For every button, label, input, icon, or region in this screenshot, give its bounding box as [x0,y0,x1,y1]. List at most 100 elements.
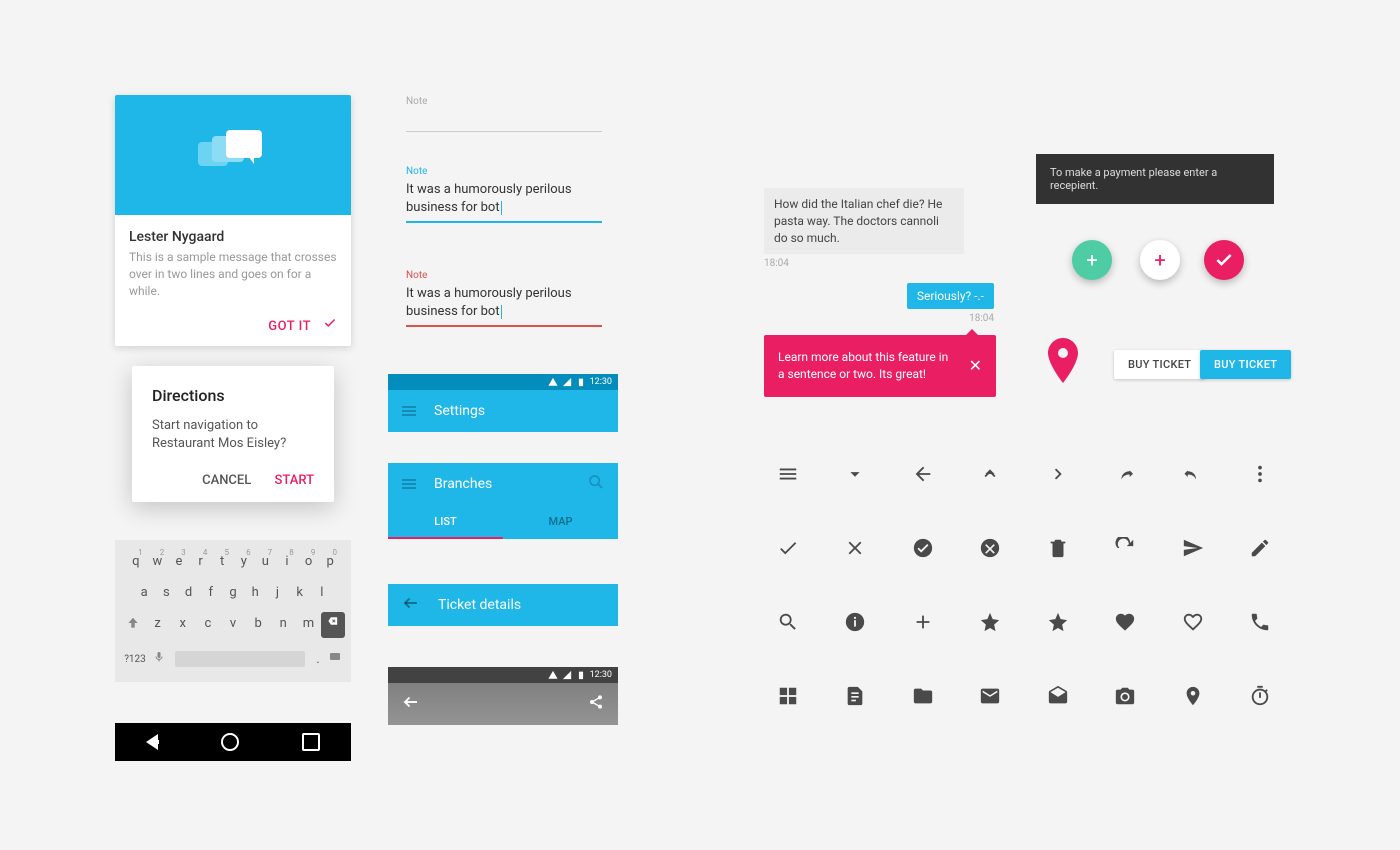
check-circle-icon[interactable] [889,534,957,562]
key-r[interactable]: r4 [190,550,212,573]
cancel-circle-icon[interactable] [957,534,1025,562]
key-z[interactable]: z [145,612,170,638]
chat-outgoing: Seriously? -.- [907,283,994,309]
key-c[interactable]: c [195,612,220,638]
more-vert-icon[interactable] [1227,460,1295,488]
phone-icon[interactable] [1227,608,1295,636]
shift-key[interactable] [121,612,145,638]
back-icon[interactable] [402,594,420,617]
drafts-icon[interactable] [1024,682,1092,710]
chat-thread: How did the Italian chef die? He pasta w… [764,188,994,324]
key-t[interactable]: t5 [211,550,233,573]
status-bar: 12:30 [388,667,618,683]
appbar-settings: 12:30 Settings [388,374,618,432]
redo-icon[interactable] [1092,460,1160,488]
hamburger-icon[interactable] [402,479,416,489]
star-icon[interactable] [1024,608,1092,636]
key-b[interactable]: b [246,612,271,638]
tab-list[interactable]: LIST [388,505,503,539]
period-key[interactable]: . [311,648,325,671]
textfield-empty[interactable]: Note [406,96,602,132]
snackbar: To make a payment please enter a recepie… [1036,154,1274,204]
key-n[interactable]: n [271,612,296,638]
mic-key[interactable] [149,646,169,672]
send-icon[interactable] [1159,534,1227,562]
textfield-label: Note [406,166,602,177]
start-button[interactable]: START [275,473,314,488]
key-g[interactable]: g [222,581,244,604]
mail-icon[interactable] [957,682,1025,710]
key-a[interactable]: a [133,581,155,604]
key-x[interactable]: x [170,612,195,638]
key-v[interactable]: v [220,612,245,638]
cancel-button[interactable]: CANCEL [202,473,251,488]
arrow-forward-icon[interactable] [1024,460,1092,488]
textfield-error[interactable]: Note It was a humorously perilous busine… [406,270,602,327]
key-p[interactable]: p0 [319,550,341,573]
key-s[interactable]: s [155,581,177,604]
spacebar-key[interactable] [175,651,305,667]
card-title: Lester Nygaard [129,229,337,245]
key-u[interactable]: u7 [255,550,277,573]
info-icon[interactable] [822,608,890,636]
close-icon[interactable]: ✕ [969,355,982,377]
key-m[interactable]: m [296,612,321,638]
nav-home-icon[interactable] [221,733,239,751]
close-icon[interactable] [822,534,890,562]
key-e[interactable]: e3 [168,550,190,573]
add-icon[interactable] [889,608,957,636]
undo-icon[interactable] [1159,460,1227,488]
camera-icon[interactable] [1092,682,1160,710]
key-w[interactable]: w2 [147,550,169,573]
favorite-icon[interactable] [1092,608,1160,636]
arrow-up-icon[interactable] [957,460,1025,488]
check-icon[interactable] [754,534,822,562]
favorite-outline-icon[interactable] [1159,608,1227,636]
directions-dialog: Directions Start navigation to Restauran… [132,366,334,502]
hamburger-icon[interactable] [402,406,416,416]
backspace-key[interactable] [321,612,345,638]
key-q[interactable]: q1 [125,550,147,573]
appbar-title: Branches [434,476,492,492]
numbers-key[interactable]: ?123 [121,650,149,669]
chat-incoming: How did the Italian chef die? He pasta w… [764,188,964,254]
star-icon[interactable] [957,608,1025,636]
soft-keyboard[interactable]: q1w2e3r4t5y6u7i8o9p0 asdfghjkl zxcvbnm ?… [115,540,351,682]
search-icon[interactable] [588,474,604,494]
edit-icon[interactable] [1227,534,1295,562]
key-h[interactable]: h [244,581,266,604]
key-k[interactable]: k [289,581,311,604]
key-y[interactable]: y6 [233,550,255,573]
delete-icon[interactable] [1024,534,1092,562]
arrow-back-icon[interactable] [889,460,957,488]
place-icon[interactable] [1159,682,1227,710]
key-i[interactable]: i8 [276,550,298,573]
key-f[interactable]: f [200,581,222,604]
description-icon[interactable] [822,682,890,710]
textfield-focused[interactable]: Note It was a humorously perilous busine… [406,166,602,223]
buy-ticket-raised-button[interactable]: BUY TICKET [1200,350,1291,379]
key-o[interactable]: o9 [298,550,320,573]
fab-add-teal[interactable]: + [1072,240,1112,280]
tab-map[interactable]: MAP [503,505,618,539]
search-icon[interactable] [754,608,822,636]
appbar-ticket: Ticket details [388,584,618,626]
refresh-icon[interactable] [1092,534,1160,562]
key-j[interactable]: j [266,581,288,604]
timer-icon[interactable] [1227,682,1295,710]
buy-ticket-flat-button[interactable]: BUY TICKET [1114,350,1205,379]
back-icon[interactable] [402,693,420,715]
hamburger-icon[interactable] [754,460,822,488]
share-icon[interactable] [588,694,604,714]
fab-done[interactable] [1204,240,1244,280]
nav-recent-icon[interactable] [302,733,320,751]
fab-add-white[interactable]: + [1140,240,1180,280]
key-l[interactable]: l [311,581,333,604]
folder-icon[interactable] [889,682,957,710]
enter-key[interactable] [325,647,345,671]
nav-back-icon[interactable] [146,734,158,750]
gotit-button[interactable]: GOT IT [268,319,311,334]
dashboard-icon[interactable] [754,682,822,710]
dropdown-icon[interactable] [822,460,890,488]
key-d[interactable]: d [177,581,199,604]
